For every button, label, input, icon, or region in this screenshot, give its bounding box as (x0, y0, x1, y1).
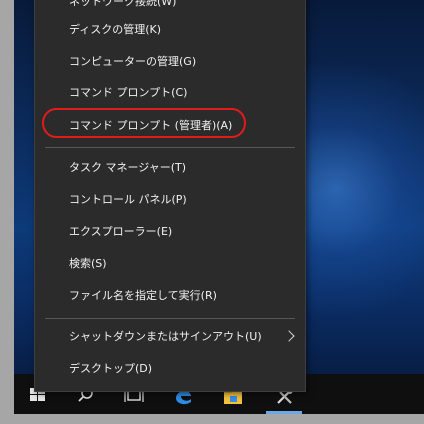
menu-item-label: コンピューターの管理(G) (69, 55, 197, 68)
menu-item-network-connections[interactable]: ネットワーク接続(W) (35, 0, 305, 16)
menu-item-label: タスク マネージャー(T) (69, 161, 187, 174)
chevron-right-icon (283, 330, 295, 342)
menu-separator (45, 318, 295, 319)
menu-item-label: エクスプローラー(E) (69, 225, 173, 238)
menu-item-task-manager[interactable]: タスク マネージャー(T) (35, 154, 305, 182)
menu-separator (45, 147, 295, 148)
menu-item-label: コマンド プロンプト(C) (69, 86, 188, 99)
menu-item-label: コントロール パネル(P) (69, 193, 187, 206)
menu-item-label: コマンド プロンプト (管理者)(A) (69, 119, 233, 132)
menu-item-command-prompt-admin[interactable]: コマンド プロンプト (管理者)(A) (35, 112, 305, 140)
menu-item-search[interactable]: 検索(S) (35, 250, 305, 278)
active-app-indicator (266, 411, 302, 414)
menu-item-command-prompt[interactable]: コマンド プロンプト(C) (35, 79, 305, 107)
menu-item-run[interactable]: ファイル名を指定して実行(R) (35, 282, 305, 310)
menu-item-label: ディスクの管理(K) (69, 23, 162, 36)
menu-item-label: シャットダウンまたはサインアウト(U) (69, 330, 262, 343)
menu-item-disk-management[interactable]: ディスクの管理(K) (35, 16, 305, 44)
screen: ネットワーク接続(W) ディスクの管理(K) コンピューターの管理(G) コマン… (0, 0, 424, 424)
menu-item-label: 検索(S) (69, 257, 107, 270)
menu-item-shutdown-signout[interactable]: シャットダウンまたはサインアウト(U) (35, 323, 305, 351)
menu-item-control-panel[interactable]: コントロール パネル(P) (35, 186, 305, 214)
menu-item-label: ファイル名を指定して実行(R) (69, 289, 217, 302)
menu-item-explorer[interactable]: エクスプローラー(E) (35, 218, 305, 246)
menu-item-computer-management[interactable]: コンピューターの管理(G) (35, 48, 305, 76)
menu-item-label: ネットワーク接続(W) (69, 0, 177, 8)
menu-item-desktop[interactable]: デスクトップ(D) (35, 355, 305, 383)
power-user-menu: ネットワーク接続(W) ディスクの管理(K) コンピューターの管理(G) コマン… (34, 0, 306, 392)
menu-item-label: デスクトップ(D) (69, 362, 153, 375)
